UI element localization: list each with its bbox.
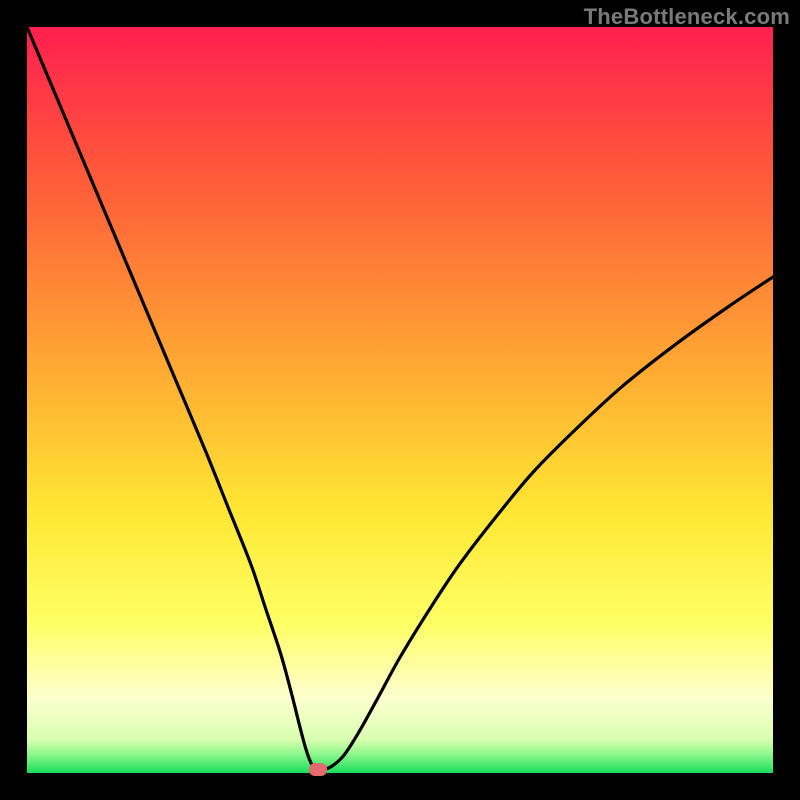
data-marker [309,763,327,776]
watermark-text: TheBottleneck.com [584,4,790,30]
chart-svg [27,27,773,773]
plot-area [27,27,773,773]
gradient-rect [27,27,773,773]
plot-outer [27,27,773,773]
chart-frame: TheBottleneck.com [0,0,800,800]
